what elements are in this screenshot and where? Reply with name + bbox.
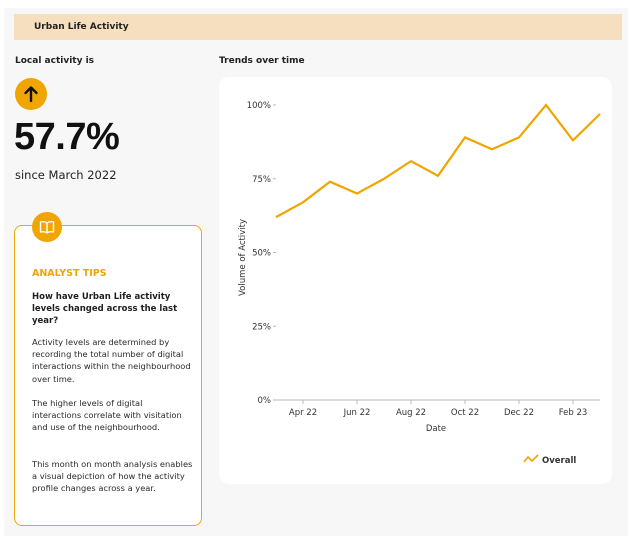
tips-paragraph: This month on month analysis enables a v… bbox=[32, 459, 193, 494]
series-line-overall bbox=[275, 103, 601, 219]
tips-title: ANALYST TIPS bbox=[32, 268, 107, 279]
activity-label: Local activity is bbox=[15, 56, 95, 66]
x-tick-label: Feb 23 bbox=[559, 408, 588, 418]
y-tick-label: 100% bbox=[247, 101, 271, 111]
arrow-up-icon bbox=[15, 78, 47, 110]
x-tick-label: Oct 22 bbox=[451, 408, 479, 418]
y-axis-title: Volume of Activity bbox=[238, 219, 248, 296]
trend-chart: 100% 75% 50% 25% 0% Apr 22 Jun 22 Aug 22 Oct 22 D… bbox=[238, 101, 601, 466]
y-tick-label: 0% bbox=[258, 396, 272, 406]
activity-since: since March 2022 bbox=[15, 168, 117, 182]
x-tick-label: Apr 22 bbox=[289, 408, 317, 418]
dashboard-panel: Urban Life Activity Local activity is 57… bbox=[4, 8, 628, 536]
y-tick-label: 75% bbox=[252, 175, 271, 185]
legend-swatch bbox=[523, 454, 539, 463]
x-tick-label: Aug 22 bbox=[396, 408, 426, 418]
x-tick-label: Jun 22 bbox=[343, 408, 371, 418]
y-tick-label: 25% bbox=[252, 322, 271, 332]
tips-question: How have Urban Life activity levels chan… bbox=[32, 292, 178, 326]
header-title: Urban Life Activity bbox=[34, 22, 129, 32]
trend-chart-card: 100% 75% 50% 25% 0% Apr 22 Jun 22 Aug 22 Oct 22 D… bbox=[219, 77, 612, 484]
x-axis-title: Date bbox=[426, 424, 446, 434]
x-tick-label: Dec 22 bbox=[504, 408, 534, 418]
header-bar: Urban Life Activity bbox=[14, 14, 622, 40]
chart-section-label: Trends over time bbox=[219, 56, 305, 66]
legend-label: Overall bbox=[542, 456, 576, 466]
activity-value: 57.7% bbox=[14, 116, 120, 158]
tips-paragraph: The higher levels of digital interaction… bbox=[32, 398, 182, 433]
analyst-tips-card: ANALYST TIPS How have Urban Life activit… bbox=[14, 212, 202, 526]
y-tick-label: 50% bbox=[252, 249, 271, 259]
tips-paragraph: Activity levels are determined by record… bbox=[32, 337, 191, 384]
book-icon bbox=[32, 212, 62, 242]
